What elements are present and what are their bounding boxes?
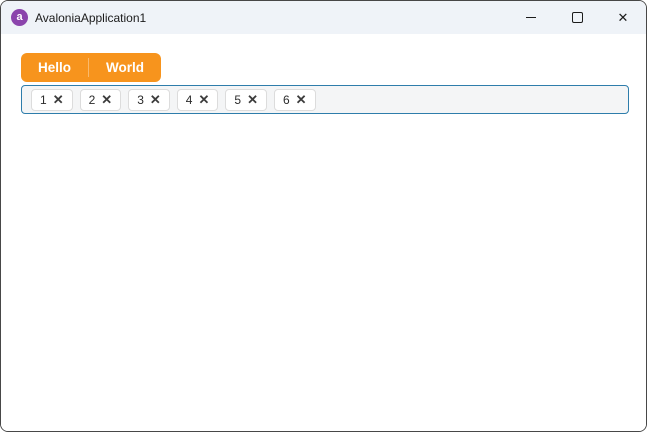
tag-remove-icon[interactable]: ✕	[247, 93, 258, 106]
minimize-button[interactable]	[508, 1, 554, 34]
tag-chip[interactable]: 2 ✕	[79, 88, 122, 111]
tag-remove-icon[interactable]: ✕	[101, 93, 112, 106]
tag-remove-icon[interactable]: ✕	[296, 93, 307, 106]
window-title: AvaloniaApplication1	[35, 10, 147, 25]
maximize-button[interactable]	[554, 1, 600, 34]
tag-label: 4	[185, 92, 193, 107]
caption-buttons: ✕	[508, 1, 646, 34]
window-content: Hello World 1 ✕ 2 ✕ 3 ✕ 4 ✕ 5 ✕ 6 ✕	[1, 34, 646, 431]
tag-label: 5	[234, 92, 242, 107]
tag-chip[interactable]: 4 ✕	[176, 88, 219, 111]
maximize-icon	[571, 12, 583, 23]
tag-label: 1	[40, 92, 47, 107]
tag-chip[interactable]: 3 ✕	[128, 88, 170, 111]
tag-input-box[interactable]: 1 ✕ 2 ✕ 3 ✕ 4 ✕ 5 ✕ 6 ✕	[21, 85, 629, 114]
tag-label: 2	[88, 92, 96, 107]
tag-remove-icon[interactable]: ✕	[150, 93, 161, 106]
hello-button[interactable]: Hello	[21, 53, 88, 82]
avalonia-app-icon: a	[11, 9, 28, 26]
world-button[interactable]: World	[89, 53, 161, 82]
app-icon-letter: a	[16, 11, 23, 23]
tag-remove-icon[interactable]: ✕	[53, 93, 64, 106]
title-bar[interactable]: a AvaloniaApplication1 ✕	[1, 1, 646, 34]
tag-label: 6	[282, 92, 290, 107]
minimize-icon	[526, 17, 536, 18]
tag-chip[interactable]: 5 ✕	[225, 88, 267, 111]
app-window: a AvaloniaApplication1 ✕ Hello World 1 ✕	[0, 0, 647, 432]
close-button[interactable]: ✕	[600, 1, 646, 34]
tag-remove-icon[interactable]: ✕	[198, 93, 209, 106]
tag-chip[interactable]: 1 ✕	[31, 88, 73, 111]
tag-chip[interactable]: 6 ✕	[273, 88, 316, 111]
tag-label: 3	[137, 92, 144, 107]
hello-world-split-button: Hello World	[21, 53, 162, 82]
close-icon: ✕	[617, 10, 629, 25]
